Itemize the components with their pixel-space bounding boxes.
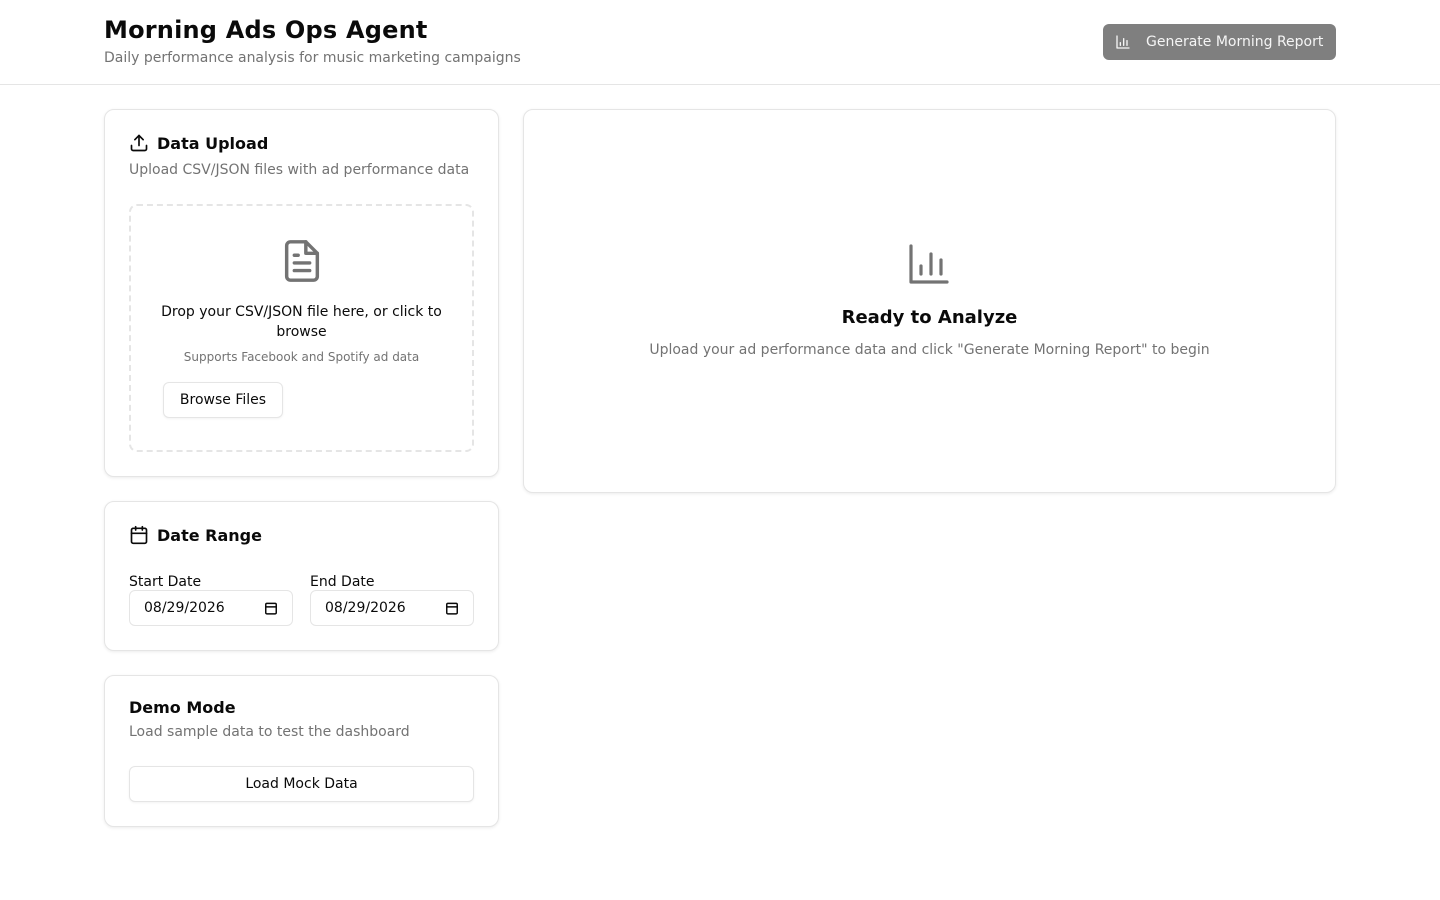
load-mock-data-button[interactable]: Load Mock Data: [129, 766, 474, 802]
bar-chart-icon: [1115, 34, 1131, 50]
file-text-icon: [279, 238, 325, 284]
page-title: Morning Ads Ops Agent: [104, 16, 428, 44]
end-date-label: End Date: [310, 574, 375, 590]
file-dropzone[interactable]: Drop your CSV/JSON file here, or click t…: [129, 204, 474, 452]
demo-mode-card: Demo Mode Load sample data to test the d…: [104, 675, 499, 827]
dropzone-subtext: Supports Facebook and Spotify ad data: [183, 350, 420, 364]
analysis-panel: Ready to Analyze Upload your ad performa…: [523, 109, 1336, 493]
data-upload-title: Data Upload: [129, 133, 268, 153]
ready-description: Upload your ad performance data and clic…: [649, 342, 1210, 358]
page-subtitle: Daily performance analysis for music mar…: [104, 50, 521, 66]
start-date-label: Start Date: [129, 574, 202, 590]
browse-files-button[interactable]: Browse Files: [163, 382, 283, 418]
date-range-card: Date Range Start Date 08/29/2026 End Dat…: [104, 501, 499, 651]
start-date-input[interactable]: 08/29/2026: [129, 590, 293, 626]
date-range-title: Date Range: [129, 525, 262, 545]
calendar-icon: [129, 525, 149, 545]
generate-report-label: Generate Morning Report: [1146, 34, 1324, 50]
data-upload-description: Upload CSV/JSON files with ad performanc…: [129, 162, 470, 178]
data-upload-card: Data Upload Upload CSV/JSON files with a…: [104, 109, 499, 477]
demo-mode-title: Demo Mode: [129, 698, 236, 717]
calendar-icon[interactable]: [264, 601, 278, 615]
demo-mode-description: Load sample data to test the dashboard: [129, 724, 410, 740]
end-date-input[interactable]: 08/29/2026: [310, 590, 474, 626]
ready-title: Ready to Analyze: [841, 307, 1018, 328]
start-date-value: 08/29/2026: [144, 600, 225, 616]
dropzone-text: Drop your CSV/JSON file here, or click t…: [161, 304, 442, 340]
end-date-value: 08/29/2026: [325, 600, 406, 616]
app-header: Morning Ads Ops Agent Daily performance …: [0, 0, 1440, 85]
calendar-icon[interactable]: [445, 601, 459, 615]
bar-chart-icon: [905, 240, 953, 288]
generate-report-button[interactable]: Generate Morning Report: [1103, 24, 1336, 60]
upload-icon: [129, 133, 149, 153]
